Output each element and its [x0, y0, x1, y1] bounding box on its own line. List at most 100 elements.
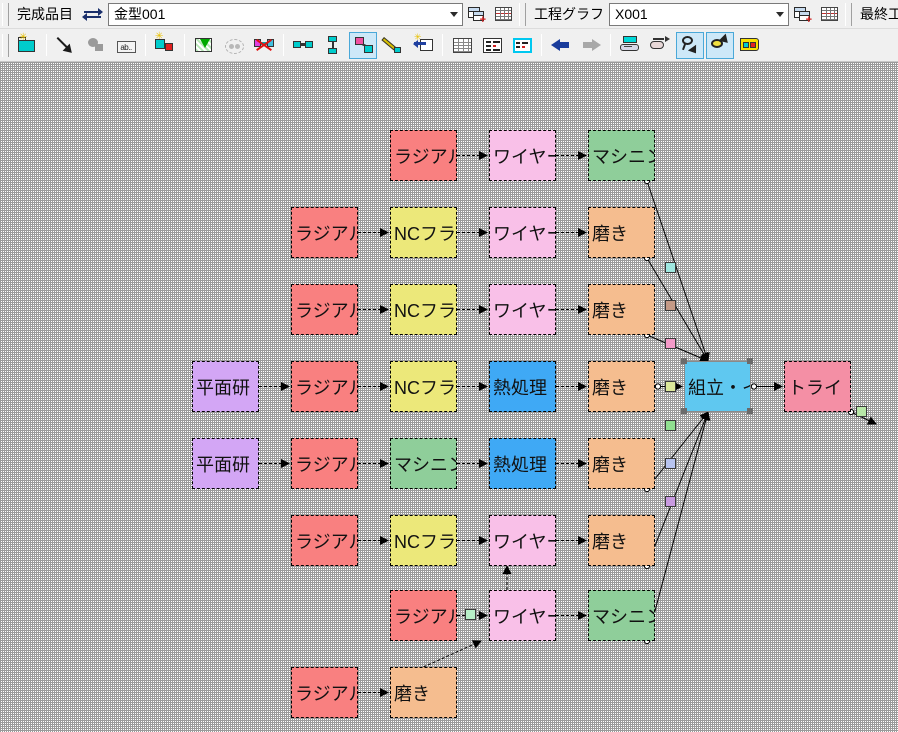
link-vertical-button[interactable]: [319, 32, 347, 59]
text-abc-button[interactable]: ab..: [112, 32, 140, 59]
toolbar-grip-2[interactable]: [519, 2, 526, 26]
process-node[interactable]: ラジアル: [291, 361, 358, 412]
product-new-window-button[interactable]: +: [464, 2, 489, 26]
arrow-right-button[interactable]: [577, 32, 605, 59]
product-combo-value: 金型001: [114, 6, 166, 22]
process-node[interactable]: ワイヤー: [489, 515, 556, 566]
add-node-button[interactable]: ✳: [151, 32, 179, 59]
process-node-label: ワイヤー: [493, 606, 555, 627]
process-node[interactable]: ラジアル: [390, 130, 457, 181]
new-window-icon: +: [468, 6, 486, 25]
edge-handle-cyan[interactable]: [665, 262, 676, 273]
selection-handle[interactable]: [681, 408, 687, 414]
process-node[interactable]: ラジアル: [291, 284, 358, 335]
cylinder-arrow-icon: [650, 36, 670, 54]
process-graph-canvas[interactable]: ラジアルワイヤーマシニンラジアルNCフラワイヤー磨きラジアルNCフラワイヤー磨き…: [0, 62, 898, 732]
process-node[interactable]: マシニン: [588, 590, 655, 641]
process-node[interactable]: ラジアル: [291, 438, 358, 489]
graph-edge[interactable]: [423, 640, 482, 668]
process-node[interactable]: 組立・イ: [684, 361, 751, 412]
process-node[interactable]: 磨き: [588, 207, 655, 258]
selection-handle[interactable]: [681, 358, 687, 364]
swap-vertical-icon[interactable]: [82, 4, 104, 24]
lasso-yellow-button[interactable]: [706, 31, 734, 59]
process-node[interactable]: ワイヤー: [489, 284, 556, 335]
process-node[interactable]: NCフラ: [390, 361, 457, 412]
process-node[interactable]: NCフラ: [390, 515, 457, 566]
cylinder-arrow-button[interactable]: [646, 32, 674, 59]
icon-toolbar-grip[interactable]: [2, 33, 9, 57]
edge-handle-brown[interactable]: [665, 300, 676, 311]
process-node[interactable]: ラジアル: [291, 667, 358, 718]
graph-edge[interactable]: [646, 411, 711, 642]
process-node[interactable]: 磨き: [588, 284, 655, 335]
process-node[interactable]: 熱処理: [489, 361, 556, 412]
yellow-folder-button[interactable]: [736, 32, 764, 59]
process-node[interactable]: ラジアル: [390, 590, 457, 641]
edge-handle-mint[interactable]: [465, 609, 476, 620]
process-node[interactable]: ワイヤー: [489, 130, 556, 181]
select-arrow-button[interactable]: [52, 32, 80, 59]
process-node[interactable]: ワイヤー: [489, 207, 556, 258]
dashed-group-button[interactable]: [220, 32, 248, 59]
process-node[interactable]: NCフラ: [390, 207, 457, 258]
process-node[interactable]: NCフラ: [390, 284, 457, 335]
table-plain-button[interactable]: [448, 32, 476, 59]
process-node-label: ワイヤー: [493, 223, 555, 244]
process-node[interactable]: 磨き: [588, 438, 655, 489]
process-node[interactable]: 熱処理: [489, 438, 556, 489]
wand-button[interactable]: [379, 32, 407, 59]
edge-handle-trail[interactable]: [856, 406, 867, 417]
edge-handle-pink[interactable]: [665, 338, 676, 349]
process-node[interactable]: トライ: [784, 361, 851, 412]
edge-handle-blue[interactable]: [665, 458, 676, 469]
print-preview-button[interactable]: [616, 32, 644, 59]
edge-port[interactable]: [750, 383, 758, 390]
graph-edge[interactable]: [646, 334, 709, 363]
process-node-label: 磨き: [592, 454, 628, 475]
edge-handle-green[interactable]: [665, 420, 676, 431]
import-window-button[interactable]: ✳: [409, 32, 437, 59]
link-horizontal-button[interactable]: [289, 32, 317, 59]
arrow-left-button[interactable]: [547, 32, 575, 59]
graph-table-button[interactable]: [817, 2, 842, 26]
table-detail-button[interactable]: [478, 32, 506, 59]
insert-green-button[interactable]: [190, 32, 218, 59]
process-node[interactable]: 平面研: [192, 361, 259, 412]
process-node[interactable]: マシニン: [588, 130, 655, 181]
edit-edge-button[interactable]: [349, 31, 377, 59]
graph-edge[interactable]: [646, 411, 709, 490]
table-selected-button[interactable]: [508, 32, 536, 59]
edge-handle-purple[interactable]: [665, 496, 676, 507]
graph-new-window-button[interactable]: +: [790, 2, 815, 26]
selection-handle[interactable]: [747, 358, 753, 364]
process-node[interactable]: 磨き: [588, 361, 655, 412]
chevron-down-icon-2[interactable]: [771, 4, 788, 25]
process-node[interactable]: 平面研: [192, 438, 259, 489]
table-grid-icon-2: [821, 7, 838, 21]
process-node[interactable]: 磨き: [588, 515, 655, 566]
open-folder-button[interactable]: ✳: [13, 32, 41, 59]
graph-edge[interactable]: [646, 257, 709, 362]
process-node[interactable]: ラジアル: [291, 515, 358, 566]
graph-edge[interactable]: [646, 411, 710, 567]
delete-link-button[interactable]: [250, 32, 278, 59]
toolbar-grip-3[interactable]: [845, 2, 852, 26]
product-table-button[interactable]: [491, 2, 516, 26]
product-combo[interactable]: 金型001: [108, 2, 463, 26]
process-node[interactable]: ラジアル: [291, 207, 358, 258]
lasso-button[interactable]: [676, 31, 704, 59]
process-node[interactable]: 磨き: [390, 667, 457, 718]
process-node-label: 組立・イ: [688, 377, 750, 398]
edge-port[interactable]: [654, 383, 662, 390]
blob-button[interactable]: [82, 32, 110, 59]
selection-handle[interactable]: [747, 408, 753, 414]
toolbar-grip[interactable]: [2, 2, 9, 26]
chevron-down-icon[interactable]: [445, 4, 462, 25]
process-node[interactable]: ワイヤー: [489, 590, 556, 641]
print-preview-icon: [620, 36, 640, 54]
graph-edge[interactable]: [646, 180, 710, 362]
graph-combo[interactable]: X001: [609, 2, 789, 26]
edge-handle-yellow[interactable]: [665, 381, 676, 392]
process-node[interactable]: マシニン: [390, 438, 457, 489]
